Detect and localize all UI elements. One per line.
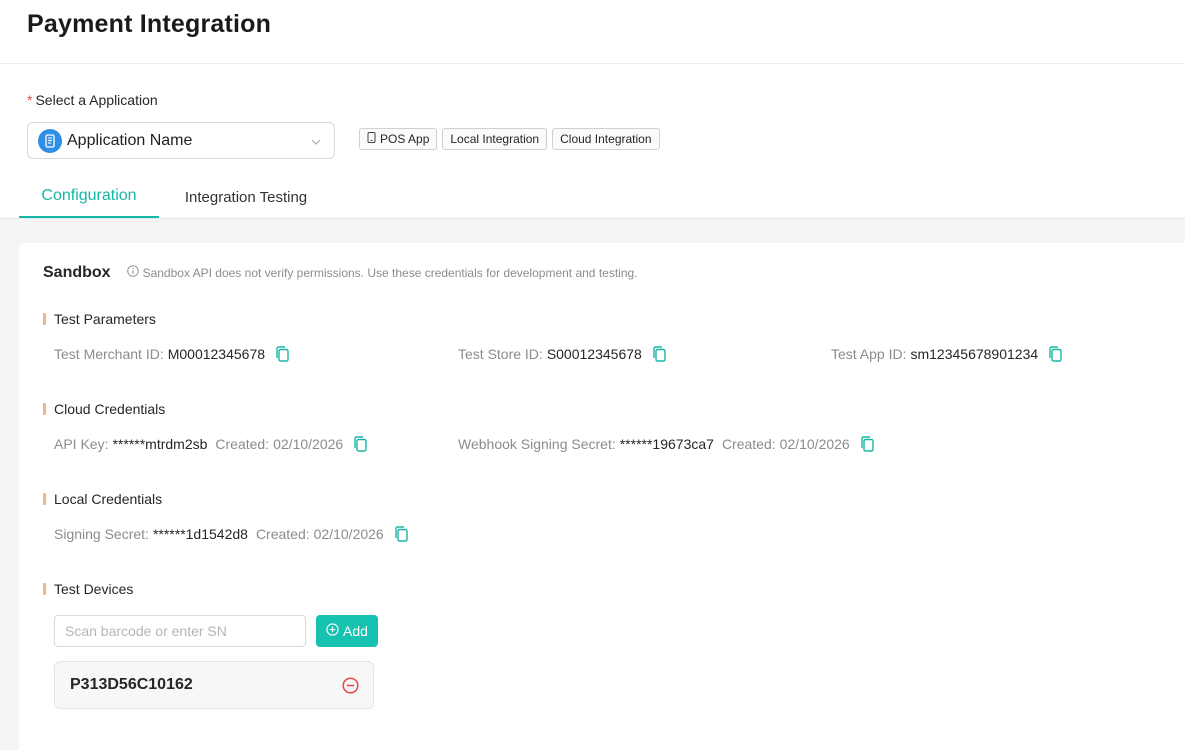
section-local-credentials: Local Credentials: [43, 491, 162, 507]
api-key-value: ******mtrdm2sb: [112, 436, 208, 452]
remove-circle-icon[interactable]: [342, 677, 359, 699]
signing-secret-label: Signing Secret:: [54, 526, 149, 542]
copy-icon[interactable]: [860, 436, 875, 452]
section-bar: [43, 403, 46, 415]
add-button-label: Add: [343, 623, 368, 639]
device-item: P313D56C10162: [54, 661, 374, 709]
sandbox-note: Sandbox API does not verify permissions.…: [142, 266, 638, 280]
app-select-label: * Select a Application: [27, 92, 158, 108]
test-merchant-id: Test Merchant ID: M00012345678: [54, 346, 290, 362]
chevron-down-icon: [310, 135, 322, 153]
tab-bar: Configuration Integration Testing: [0, 176, 1185, 219]
merchant-id-value: M00012345678: [167, 346, 266, 362]
signing-secret: Signing Secret: ******1d1542d8 Created: …: [54, 526, 409, 542]
section-cloud-credentials: Cloud Credentials: [43, 401, 165, 417]
device-sn-input[interactable]: [54, 615, 306, 647]
tag-pos-app: POS App: [359, 128, 438, 150]
created-date: 02/10/2026: [779, 436, 850, 452]
created-label: Created:: [255, 526, 310, 542]
device-sn: P313D56C10162: [70, 676, 193, 693]
app-select-value: Application Name: [67, 131, 193, 149]
page-header: Payment Integration: [0, 0, 1185, 64]
copy-icon[interactable]: [275, 346, 290, 362]
api-key-label: API Key:: [54, 436, 109, 452]
tag-local-integration: Local Integration: [442, 128, 548, 150]
tag-cloud-integration: Cloud Integration: [552, 128, 660, 150]
required-mark: *: [27, 92, 33, 108]
page-title: Payment Integration: [27, 10, 272, 38]
webhook-signing-secret: Webhook Signing Secret: ******19673ca7 C…: [458, 436, 875, 452]
app-tags: POS App Local Integration Cloud Integrat…: [359, 128, 660, 150]
created-date: 02/10/2026: [273, 436, 344, 452]
section-title-text: Test Devices: [54, 581, 134, 597]
tag-label: Local Integration: [450, 132, 540, 146]
section-bar: [43, 313, 46, 325]
sandbox-header: Sandbox Sandbox API does not verify perm…: [43, 264, 638, 282]
tag-label: Cloud Integration: [560, 132, 652, 146]
tab-integration-testing[interactable]: Integration Testing: [176, 176, 316, 218]
sandbox-title: Sandbox: [43, 264, 111, 281]
store-id-value: S00012345678: [546, 346, 642, 362]
test-store-id: Test Store ID: S00012345678: [458, 346, 667, 362]
section-title-text: Test Parameters: [54, 311, 156, 327]
copy-icon[interactable]: [394, 526, 409, 542]
section-title-text: Local Credentials: [54, 491, 163, 507]
section-test-parameters: Test Parameters: [43, 311, 156, 327]
app-id-label: Test App ID:: [831, 346, 907, 362]
webhook-label: Webhook Signing Secret:: [458, 436, 616, 452]
created-label: Created:: [215, 436, 270, 452]
app-id-value: sm12345678901234: [910, 346, 1039, 362]
section-test-devices: Test Devices: [43, 581, 133, 597]
section-bar: [43, 493, 46, 505]
merchant-id-label: Test Merchant ID:: [54, 346, 164, 362]
tab-configuration[interactable]: Configuration: [19, 176, 159, 218]
copy-icon[interactable]: [353, 436, 368, 452]
phone-icon: [367, 132, 376, 146]
add-device-button[interactable]: Add: [316, 615, 378, 647]
copy-icon[interactable]: [1048, 346, 1063, 362]
section-title-text: Cloud Credentials: [54, 401, 166, 417]
created-date: 02/10/2026: [313, 526, 384, 542]
plus-circle-icon: [326, 623, 339, 639]
tag-label: POS App: [380, 132, 430, 146]
copy-icon[interactable]: [652, 346, 667, 362]
created-label: Created:: [721, 436, 776, 452]
api-key: API Key: ******mtrdm2sb Created: 02/10/2…: [54, 436, 368, 452]
signing-secret-value: ******1d1542d8: [152, 526, 248, 542]
test-app-id: Test App ID: sm12345678901234: [831, 346, 1063, 362]
section-bar: [43, 583, 46, 595]
app-select-dropdown[interactable]: Application Name: [27, 122, 335, 159]
store-id-label: Test Store ID:: [458, 346, 543, 362]
webhook-value: ******19673ca7: [619, 436, 714, 452]
app-select-section: * Select a Application Application Name: [27, 92, 335, 159]
info-icon: [126, 264, 139, 282]
app-icon: [38, 128, 62, 153]
app-select-label-text: Select a Application: [35, 92, 158, 108]
